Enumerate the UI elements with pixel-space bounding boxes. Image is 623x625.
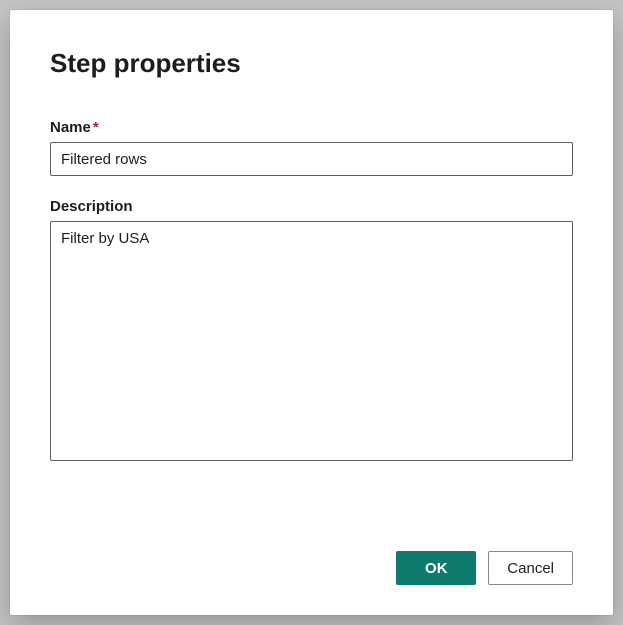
name-label-text: Name bbox=[50, 119, 91, 136]
description-label: Description bbox=[50, 198, 573, 215]
required-indicator: * bbox=[93, 119, 99, 136]
description-input[interactable]: Filter by USA bbox=[50, 221, 573, 461]
cancel-button[interactable]: Cancel bbox=[488, 551, 573, 585]
ok-button[interactable]: OK bbox=[396, 551, 476, 585]
name-label: Name* bbox=[50, 119, 573, 136]
dialog-button-row: OK Cancel bbox=[50, 521, 573, 585]
step-properties-dialog: Step properties Name* Description Filter… bbox=[10, 10, 613, 615]
description-field-group: Description Filter by USA bbox=[50, 198, 573, 461]
name-input[interactable] bbox=[50, 142, 573, 176]
dialog-title: Step properties bbox=[50, 48, 573, 79]
name-field-group: Name* bbox=[50, 119, 573, 176]
